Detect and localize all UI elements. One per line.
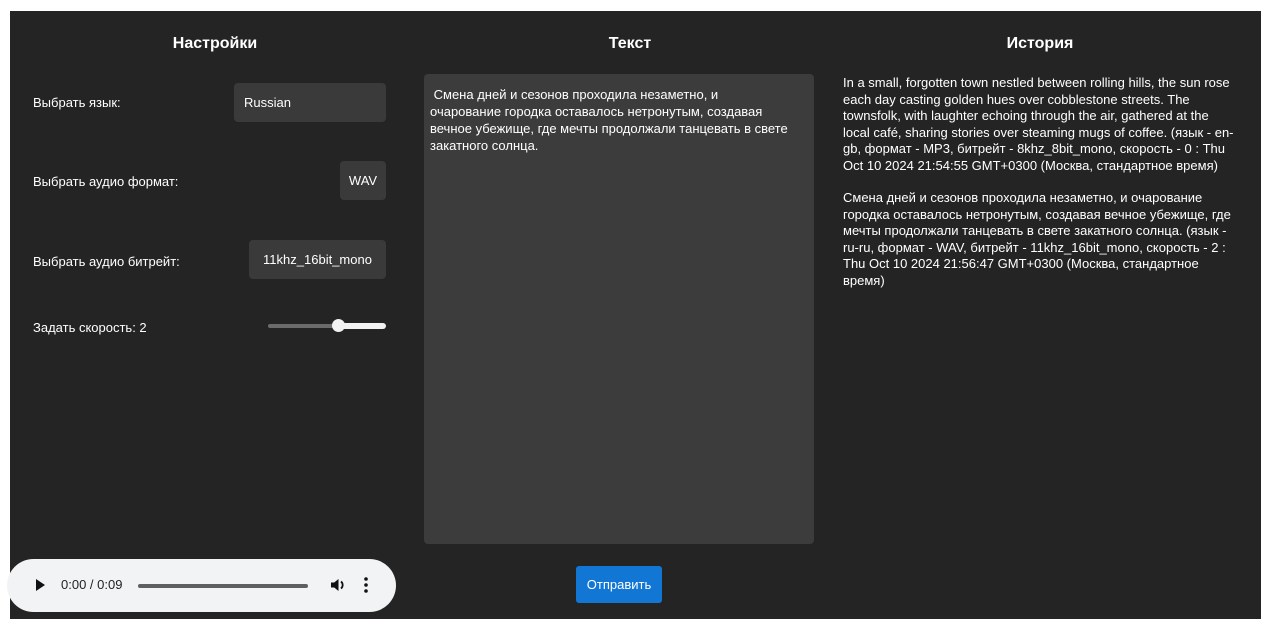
- speed-slider[interactable]: [268, 319, 386, 332]
- speed-slider-thumb[interactable]: [332, 319, 345, 332]
- bitrate-value: 11khz_16bit_mono: [263, 252, 372, 267]
- settings-title: Настройки: [172, 35, 258, 52]
- speed-slider-track-rest: [340, 323, 386, 329]
- speed-slider-track-filled: [268, 324, 340, 328]
- text-title: Текст: [608, 35, 652, 52]
- language-value: Russian: [244, 95, 291, 110]
- app-window: Настройки Текст История Выбрать язык: Ru…: [7, 11, 1261, 619]
- format-value: WAV: [348, 173, 378, 188]
- history-list: In a small, forgotten town nestled betwe…: [843, 75, 1235, 305]
- language-select[interactable]: Russian: [234, 83, 386, 122]
- send-button[interactable]: Отправить: [576, 566, 662, 603]
- speed-label: Задать скорость: 2: [33, 320, 147, 335]
- bitrate-label: Выбрать аудио битрейт:: [33, 254, 180, 269]
- history-entry: Смена дней и сезонов проходила незаметно…: [843, 190, 1231, 288]
- language-label: Выбрать язык:: [33, 95, 121, 110]
- audio-player: 0:00 / 0:09: [7, 559, 396, 612]
- player-progress-bar[interactable]: [138, 584, 308, 588]
- volume-icon[interactable]: [329, 576, 347, 594]
- history-title: История: [1006, 35, 1074, 52]
- more-options-icon[interactable]: [363, 576, 369, 594]
- format-label: Выбрать аудио формат:: [33, 174, 179, 189]
- history-entry: In a small, forgotten town nestled betwe…: [843, 75, 1234, 173]
- bitrate-select[interactable]: 11khz_16bit_mono: [249, 240, 386, 279]
- player-time: 0:00 / 0:09: [61, 577, 123, 592]
- play-icon[interactable]: [36, 579, 45, 591]
- text-input[interactable]: Смена дней и сезонов проходила незаметно…: [424, 74, 814, 544]
- format-select[interactable]: WAV: [340, 161, 386, 200]
